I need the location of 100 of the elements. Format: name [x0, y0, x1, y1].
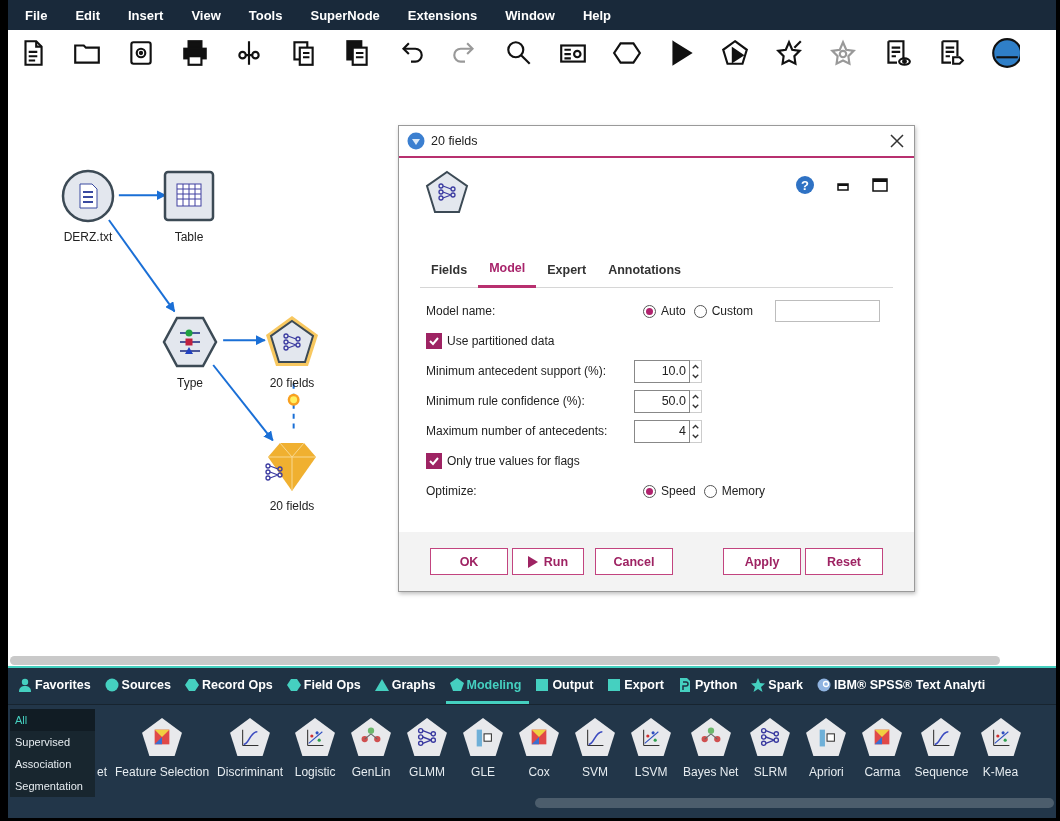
help-icon[interactable]: ? — [796, 176, 814, 194]
close-icon[interactable] — [890, 134, 904, 148]
field-label: Model name: — [426, 304, 497, 318]
tab[interactable]: Expert — [536, 254, 598, 288]
model-node-icon[interactable] — [979, 717, 1022, 757]
menu-item[interactable]: Help — [571, 7, 623, 23]
model-node-icon[interactable] — [294, 717, 337, 757]
dialog-button[interactable]: OK — [430, 548, 508, 575]
radio-option[interactable]: Memory — [703, 484, 766, 498]
model-node-icon[interactable] — [574, 717, 617, 757]
palette-tab[interactable]: Field Ops — [282, 668, 369, 704]
scrollbar[interactable] — [535, 798, 1054, 808]
model-node-icon[interactable] — [805, 717, 848, 757]
field-label: Minimum rule confidence (%): — [426, 394, 586, 408]
spinner-arrows-icon[interactable] — [690, 419, 702, 443]
spinner-arrows-icon[interactable] — [690, 389, 702, 413]
palette-tab[interactable]: Modeling — [445, 668, 530, 704]
node-label: Type — [177, 376, 203, 390]
maximize-icon[interactable] — [872, 178, 888, 192]
node-label: Carma — [864, 765, 901, 779]
number-field[interactable]: 50.0 — [634, 389, 690, 413]
node-label: GLMM — [409, 765, 446, 779]
table-node-icon[interactable] — [161, 168, 217, 224]
menu-item[interactable]: Tools — [237, 7, 294, 23]
tab[interactable]: Annotations — [597, 254, 693, 288]
category-item[interactable]: Supervised — [10, 731, 95, 753]
menu-item[interactable]: Extensions — [396, 7, 489, 23]
model-node-icon[interactable] — [406, 717, 449, 757]
menu-item[interactable]: Window — [494, 7, 566, 23]
palette-tab[interactable]: Spark — [747, 668, 812, 704]
triangle-icon — [374, 677, 389, 692]
tab[interactable]: Model — [478, 254, 537, 288]
connection-arrow — [222, 335, 266, 346]
spinner-arrows-icon[interactable] — [690, 359, 702, 383]
printer-icon[interactable] — [180, 37, 210, 68]
input-field[interactable] — [775, 300, 881, 322]
run-button[interactable]: Run — [512, 548, 584, 575]
model-node-icon[interactable] — [350, 717, 393, 757]
pentagon-icon — [449, 677, 464, 692]
node-label: Bayes Net — [683, 765, 739, 779]
palette-tab[interactable]: Sources — [100, 668, 179, 704]
checkbox[interactable]: Use partitioned data — [426, 333, 555, 349]
node-label: Apriori — [809, 765, 844, 779]
menu-item[interactable]: SuperNode — [299, 7, 391, 23]
palette-tab[interactable]: Graphs — [370, 668, 444, 704]
node-label: 20 fields — [269, 376, 315, 390]
star-icon — [751, 677, 766, 692]
model-node-icon[interactable] — [861, 717, 904, 757]
model-node-icon[interactable] — [689, 717, 732, 757]
model-node-icon[interactable] — [141, 717, 184, 757]
square-icon — [535, 677, 550, 692]
dialog-button[interactable]: Reset — [805, 548, 883, 575]
model-node-icon[interactable] — [518, 717, 561, 757]
palette-tab[interactable]: IBM® SPSS® Text Analyti — [813, 668, 994, 704]
node-label: 20 fields — [269, 499, 315, 513]
palette-tab[interactable]: Python — [673, 668, 746, 704]
node-label: Cox — [528, 765, 550, 779]
palette-tab[interactable]: Record Ops — [180, 668, 281, 704]
model-node-icon[interactable] — [630, 717, 673, 757]
radio-option[interactable]: Custom — [693, 304, 754, 318]
category-item[interactable]: All — [10, 709, 95, 731]
dialog-button[interactable]: Cancel — [595, 548, 673, 575]
radio-option[interactable]: Auto — [643, 304, 686, 318]
menu-item[interactable]: File — [14, 7, 59, 23]
model-node-icon[interactable] — [920, 717, 963, 757]
square-icon — [607, 677, 622, 692]
tab[interactable]: Fields — [420, 254, 479, 288]
palette-tab[interactable]: Output — [531, 668, 602, 704]
node-label: SVM — [582, 765, 609, 779]
node-label: Feature Selection — [115, 765, 210, 779]
node-label: et — [97, 765, 107, 779]
node-label: Logistic — [294, 765, 336, 779]
spark-icon — [287, 393, 300, 406]
file-node-icon[interactable] — [60, 168, 116, 224]
play-icon — [527, 555, 538, 568]
scrollbar[interactable] — [10, 655, 1000, 665]
radio-option[interactable]: Speed — [643, 484, 696, 498]
palette-tab[interactable]: Export — [603, 668, 672, 704]
model-node-icon[interactable] — [462, 717, 505, 757]
menu-item[interactable]: Edit — [64, 7, 111, 23]
palette-tab[interactable]: Favorites — [14, 668, 99, 704]
field-label: Minimum antecedent support (%): — [426, 364, 608, 378]
category-item[interactable]: Segmentation — [10, 775, 95, 797]
model-node-icon[interactable] — [229, 717, 272, 757]
person-icon — [18, 677, 32, 692]
check-icon — [428, 335, 440, 347]
checkbox[interactable]: Only true values for flags — [426, 453, 580, 469]
play-pentagon-icon[interactable] — [720, 37, 750, 68]
node-label: DERZ.txt — [63, 230, 113, 244]
dialog-button[interactable]: Apply — [723, 548, 801, 575]
field-label: Optimize: — [426, 484, 478, 498]
node-label: Sequence — [914, 765, 969, 779]
menu-item[interactable]: View — [180, 7, 232, 23]
hexagon-icon — [184, 677, 199, 692]
menu-item[interactable]: Insert — [116, 7, 175, 23]
category-item[interactable]: Association — [10, 753, 95, 775]
type-node-icon[interactable] — [162, 314, 218, 370]
number-field[interactable]: 10.0 — [634, 359, 690, 383]
model-node-icon[interactable] — [749, 717, 792, 757]
number-field[interactable]: 4 — [634, 419, 690, 443]
